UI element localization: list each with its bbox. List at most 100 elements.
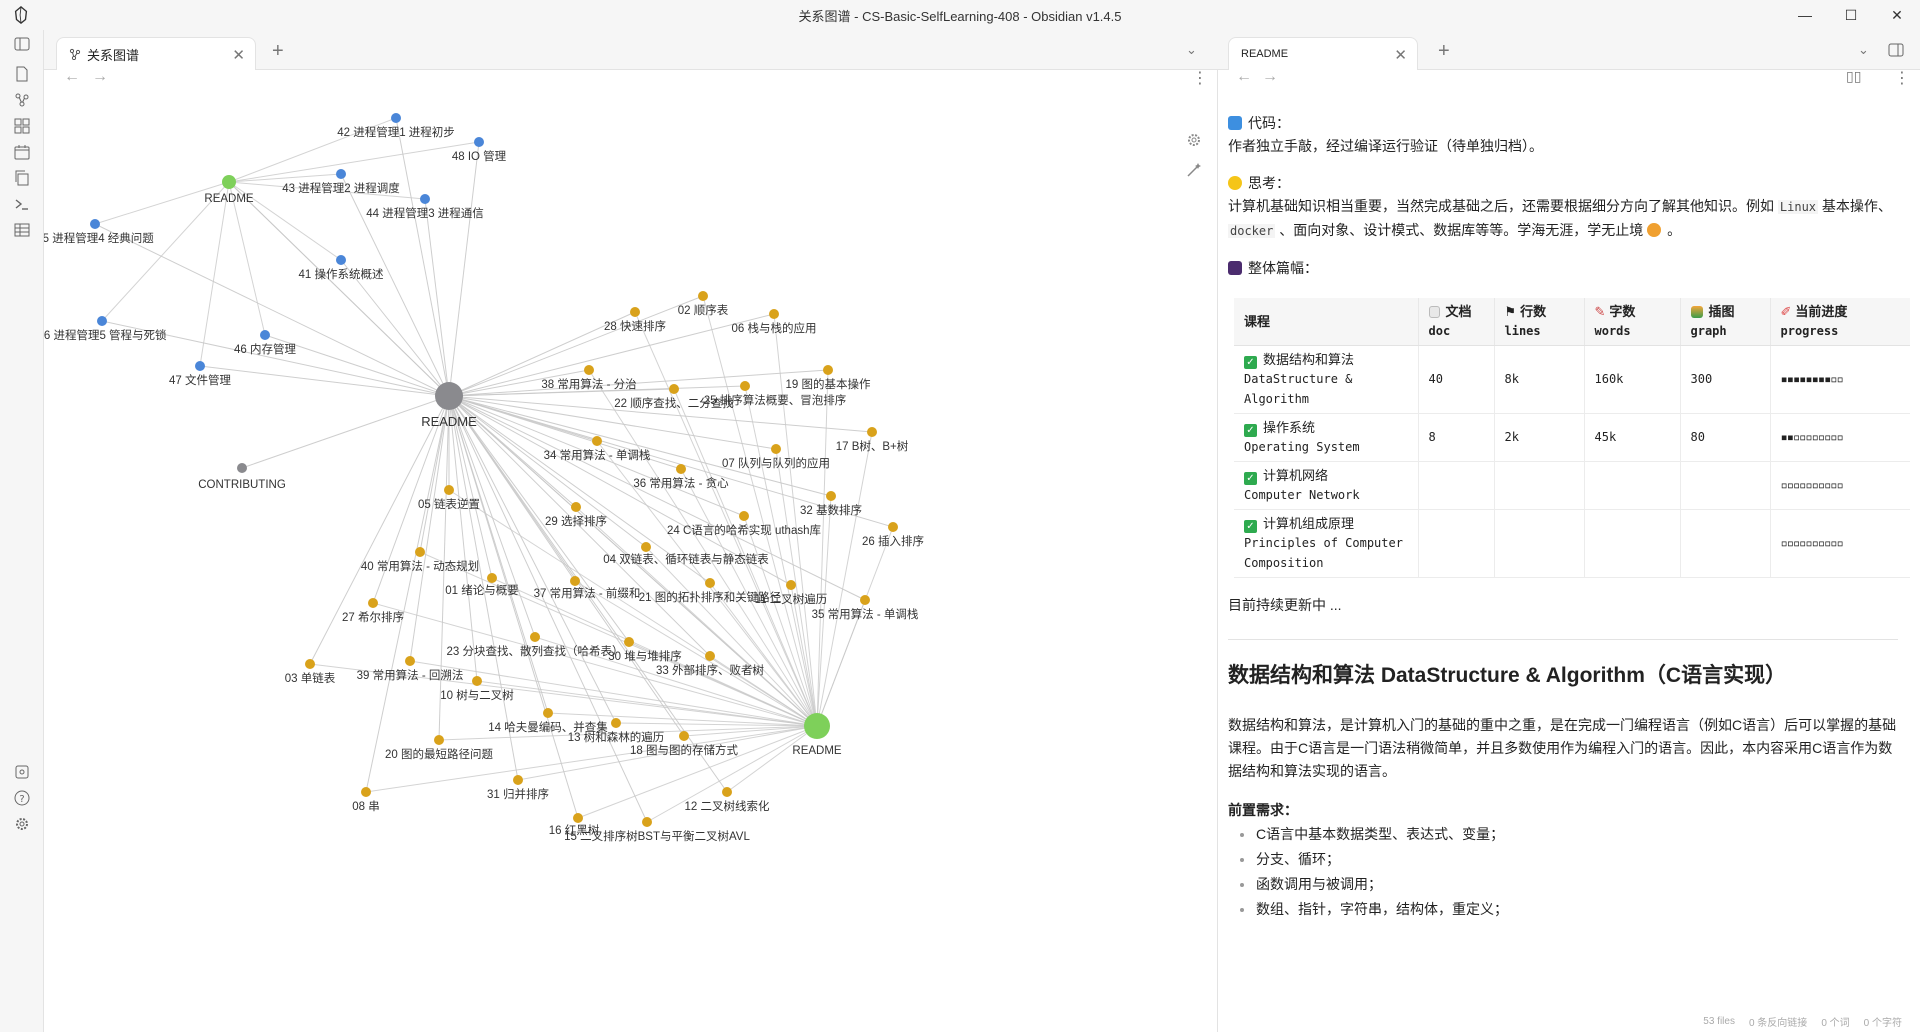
graph-node-dot[interactable] [391, 113, 401, 123]
tab-readme[interactable]: README ✕ [1228, 37, 1418, 70]
reading-mode-book-icon[interactable]: ▯▯ [1846, 70, 1861, 85]
status-backlinks[interactable]: 0 条反向链接 [1749, 1014, 1807, 1029]
graph-node-n24[interactable]: 24 C语言的哈希实现 uthash库 [667, 511, 821, 537]
graph-node-dot[interactable] [90, 219, 100, 229]
graph-node-n07[interactable]: 07 队列与队列的应用 [722, 444, 830, 470]
graph-node-dot[interactable] [195, 361, 205, 371]
graph-node-n03[interactable]: 03 单链表 [285, 659, 336, 685]
graph-node-dot[interactable] [487, 573, 497, 583]
graph-node-dot[interactable] [435, 382, 463, 410]
checkbox-checked-icon[interactable]: ✓ [1244, 472, 1257, 485]
right-sidebar-toggle-icon[interactable] [1888, 43, 1904, 57]
graph-node-n02[interactable]: 02 顺序表 [678, 291, 729, 317]
graph-node-dot[interactable] [592, 436, 602, 446]
graph-node-readme_green_big[interactable]: README [792, 713, 842, 757]
graph-node-dot[interactable] [571, 502, 581, 512]
graph-node-dot[interactable] [420, 194, 430, 204]
graph-node-n41[interactable]: 41 操作系统概述 [299, 255, 384, 281]
forward-arrow-icon[interactable]: → [1262, 70, 1278, 86]
graph-node-n35[interactable]: 35 常用算法 - 单调栈 [812, 595, 919, 621]
checkbox-checked-icon[interactable]: ✓ [1244, 520, 1257, 533]
graph-node-n04[interactable]: 04 双链表、循环链表与静态链表 [603, 542, 769, 566]
graph-node-dot[interactable] [573, 813, 583, 823]
graph-canvas[interactable]: README README README CONTRIBUTING 42 进程管理1 进… [44, 70, 1218, 1032]
open-file-icon[interactable] [12, 64, 32, 84]
new-tab-button[interactable]: + [1438, 40, 1450, 63]
calendar-icon[interactable] [12, 142, 32, 162]
graph-node-dot[interactable] [624, 637, 634, 647]
graph-node-dot[interactable] [705, 578, 715, 588]
graph-node-dot[interactable] [444, 485, 454, 495]
graph-node-n12[interactable]: 12 二叉树线索化 [685, 787, 770, 813]
sidebar-toggle-icon[interactable] [12, 34, 32, 54]
graph-node-dot[interactable] [669, 384, 679, 394]
back-arrow-icon[interactable]: ← [1236, 70, 1252, 86]
graph-node-dot[interactable] [679, 731, 689, 741]
graph-node-n17[interactable]: 17 B树、B+树 [836, 427, 909, 453]
graph-node-dot[interactable] [722, 787, 732, 797]
graph-node-dot[interactable] [530, 632, 540, 642]
graph-node-n39[interactable]: 39 常用算法 - 回溯法 [357, 656, 464, 682]
graph-node-dot[interactable] [642, 817, 652, 827]
help-icon[interactable]: ? [12, 788, 32, 808]
graph-node-dot[interactable] [676, 464, 686, 474]
animate-wand-icon[interactable] [1184, 160, 1204, 180]
tab-list-chevron-icon[interactable]: ⌄ [1186, 42, 1197, 58]
graph-node-dot[interactable] [474, 137, 484, 147]
maximize-button[interactable]: ☐ [1828, 0, 1874, 30]
graph-node-dot[interactable] [804, 713, 830, 739]
graph-node-dot[interactable] [305, 659, 315, 669]
obsidian-logo-icon[interactable] [12, 6, 30, 24]
graph-settings-icon[interactable] [1184, 130, 1204, 150]
graph-node-dot[interactable] [860, 595, 870, 605]
close-window-button[interactable]: ✕ [1874, 0, 1920, 30]
graph-node-n37[interactable]: 37 常用算法 - 前缀和 [534, 576, 641, 600]
graph-node-dot[interactable] [368, 598, 378, 608]
graph-node-dot[interactable] [434, 735, 444, 745]
graph-node-contributing[interactable]: CONTRIBUTING [198, 463, 286, 491]
graph-node-n27[interactable]: 27 希尔排序 [342, 598, 404, 624]
graph-node-n43[interactable]: 43 进程管理2 进程调度 [282, 169, 400, 195]
graph-node-dot[interactable] [472, 676, 482, 686]
graph-node-dot[interactable] [97, 316, 107, 326]
close-tab-icon[interactable]: ✕ [232, 46, 245, 64]
tab-graph-view[interactable]: 关系图谱 ✕ [56, 37, 256, 70]
graph-node-n46a[interactable]: 46 进程管理5 管程与死锁 [44, 316, 167, 342]
graph-node-dot[interactable] [826, 491, 836, 501]
graph-node-n29[interactable]: 29 选择排序 [545, 502, 607, 528]
graph-node-dot[interactable] [705, 651, 715, 661]
graph-node-n42[interactable]: 42 进程管理1 进程初步 [337, 113, 455, 139]
graph-node-dot[interactable] [336, 255, 346, 265]
new-tab-button[interactable]: + [272, 40, 284, 63]
graph-node-dot[interactable] [823, 365, 833, 375]
table-icon[interactable] [12, 220, 32, 240]
copy-icon[interactable] [12, 168, 32, 188]
graph-node-dot[interactable] [630, 307, 640, 317]
graph-node-dot[interactable] [611, 718, 621, 728]
graph-node-n46b[interactable]: 46 内存管理 [234, 330, 296, 356]
graph-node-n47[interactable]: 47 文件管理 [169, 361, 231, 387]
graph-node-dot[interactable] [260, 330, 270, 340]
canvas-icon[interactable] [12, 116, 32, 136]
graph-node-dot[interactable] [739, 511, 749, 521]
graph-node-dot[interactable] [361, 787, 371, 797]
graph-node-dot[interactable] [769, 309, 779, 319]
graph-node-dot[interactable] [336, 169, 346, 179]
graph-node-dot[interactable] [584, 365, 594, 375]
graph-node-dot[interactable] [543, 708, 553, 718]
graph-node-n26[interactable]: 26 插入排序 [862, 522, 924, 548]
graph-view-pane[interactable]: ← → ⋮ README README README CONTRIBUTING 42 进… [44, 68, 1218, 1032]
graph-node-n44[interactable]: 44 进程管理3 进程通信 [366, 194, 484, 220]
tab-list-chevron-icon[interactable]: ⌄ [1858, 42, 1869, 58]
settings-gear-icon[interactable] [12, 814, 32, 834]
graph-node-n01[interactable]: 01 绪论与概要 [445, 573, 519, 597]
graph-node-dot[interactable] [888, 522, 898, 532]
graph-view-icon[interactable] [12, 90, 32, 110]
graph-node-dot[interactable] [771, 444, 781, 454]
graph-node-dot[interactable] [570, 576, 580, 586]
graph-node-n28[interactable]: 28 快速排序 [604, 307, 666, 333]
vault-switcher-icon[interactable] [12, 762, 32, 782]
graph-node-n48[interactable]: 48 IO 管理 [452, 137, 507, 163]
graph-node-dot[interactable] [405, 656, 415, 666]
close-tab-icon[interactable]: ✕ [1394, 46, 1407, 64]
